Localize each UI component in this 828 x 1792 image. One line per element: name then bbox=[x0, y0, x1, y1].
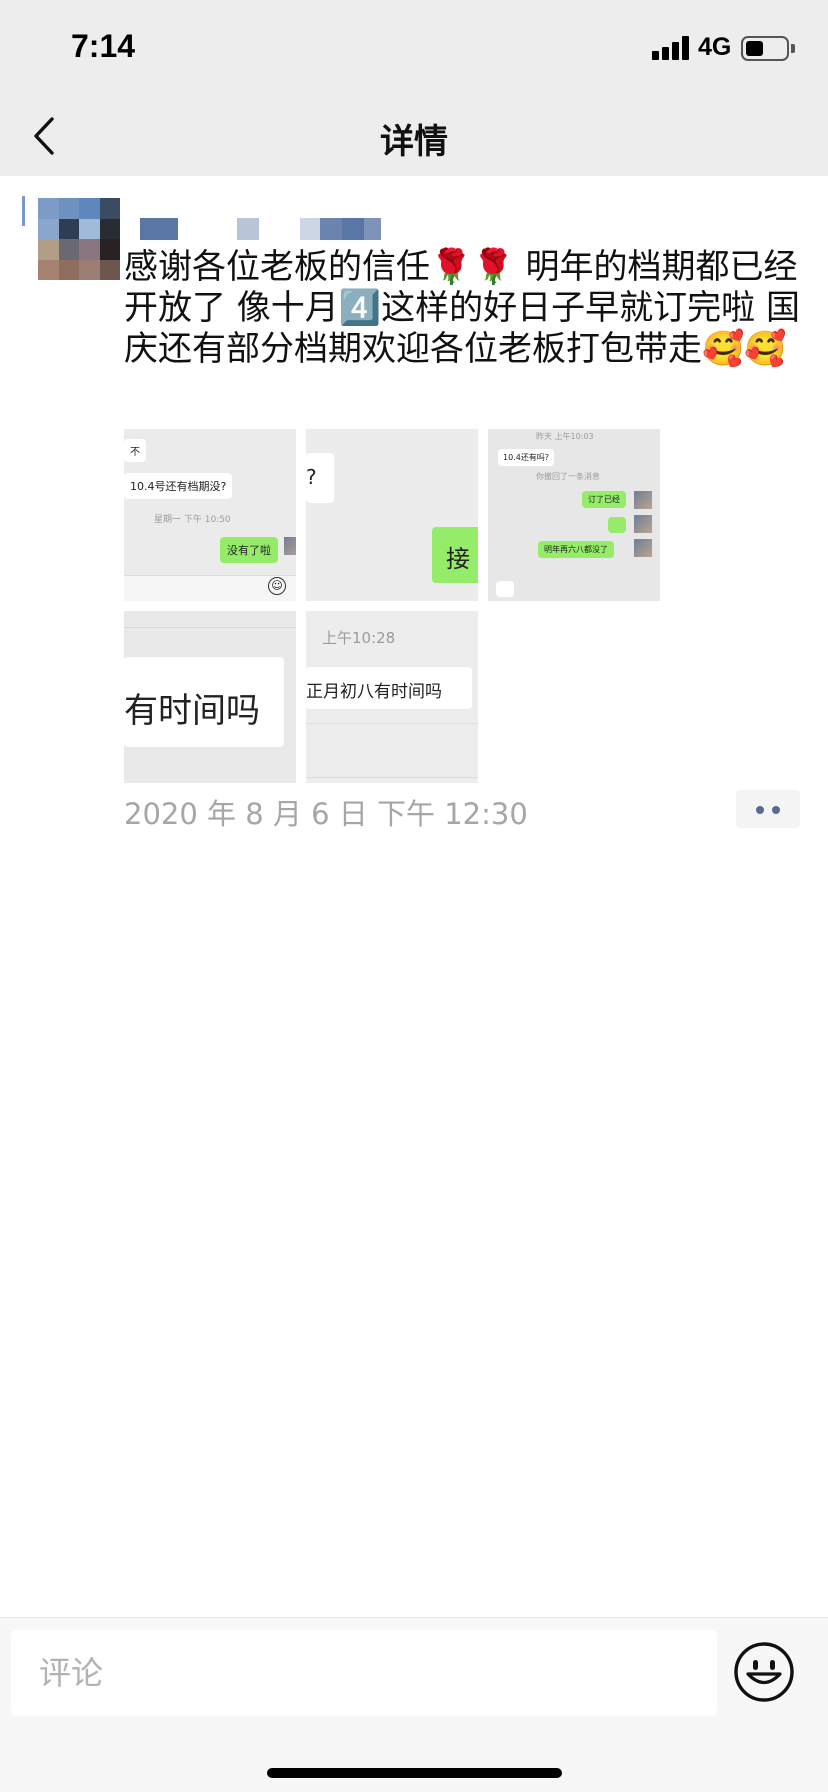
photo-divider bbox=[306, 723, 478, 724]
chat-time: 星期一 下午 10:50 bbox=[154, 515, 231, 525]
network-label: 4G bbox=[698, 33, 732, 61]
photo-3[interactable]: 昨天 上午10:03 10.4还有吗? 你撤回了一条消息 订了已经 明年再六八都… bbox=[488, 429, 660, 601]
comment-bar bbox=[0, 1617, 828, 1792]
emoji-button[interactable] bbox=[733, 1641, 795, 1703]
smiley-face-icon bbox=[734, 1642, 794, 1702]
avatar-accent bbox=[22, 196, 25, 226]
photo-5[interactable]: 上午10:28 正月初八有时间吗 bbox=[306, 611, 478, 783]
chat-bubble bbox=[608, 517, 626, 533]
post-text: 感谢各位老板的信任🌹🌹 明年的档期都已经开放了 像十月4️⃣这样的好日子早就订完… bbox=[124, 247, 800, 369]
chat-time: 你撤回了一条消息 bbox=[536, 472, 600, 481]
chat-bubble: 有时间吗 bbox=[124, 657, 284, 747]
photo-1[interactable]: 不 10.4号还有档期没? 星期一 下午 10:50 没有了啦 ☺ bbox=[124, 429, 296, 601]
chat-bubble: 接 bbox=[432, 527, 478, 583]
chat-bubble: 10.4号还有档期没? bbox=[124, 473, 233, 499]
mini-avatar bbox=[634, 539, 652, 557]
chat-time: 上午10:28 bbox=[322, 629, 396, 647]
mini-avatar bbox=[284, 537, 296, 555]
photo-4[interactable]: 有时间吗 bbox=[124, 611, 296, 783]
more-dots-icon bbox=[756, 806, 764, 814]
battery-cap bbox=[791, 44, 795, 53]
status-bar: 7:14 4G bbox=[0, 0, 828, 100]
more-dots-icon bbox=[772, 806, 780, 814]
chat-bubble: 不 bbox=[124, 439, 146, 462]
chat-bubble: 明年再六八都没了 bbox=[538, 541, 614, 558]
avatar[interactable] bbox=[38, 198, 120, 280]
signal-icon bbox=[652, 36, 692, 60]
mini-avatar bbox=[634, 515, 652, 533]
chat-time: 昨天 上午10:03 bbox=[536, 432, 594, 441]
chat-bubble: 10.4还有吗? bbox=[498, 449, 555, 466]
photo-2[interactable]: ? 接 bbox=[306, 429, 478, 601]
photo-divider bbox=[306, 777, 478, 778]
chat-bubble: ? bbox=[306, 453, 334, 503]
status-time: 7:14 bbox=[71, 28, 136, 64]
battery-icon bbox=[741, 36, 789, 61]
smile-icon: ☺ bbox=[268, 577, 286, 595]
chat-bubble bbox=[496, 581, 514, 597]
nav-bar: 详情 bbox=[0, 100, 828, 176]
more-button[interactable] bbox=[736, 790, 800, 828]
comment-input[interactable] bbox=[11, 1630, 717, 1716]
mini-avatar bbox=[634, 491, 652, 509]
page-title: 详情 bbox=[380, 122, 448, 162]
author-name-pixelated[interactable] bbox=[125, 218, 381, 240]
home-indicator bbox=[267, 1768, 562, 1778]
chat-bubble: 订了已经 bbox=[582, 491, 626, 508]
chat-bubble: 没有了啦 bbox=[220, 537, 278, 563]
photo-divider bbox=[124, 627, 296, 628]
chat-bubble: 正月初八有时间吗 bbox=[306, 667, 472, 709]
post-timestamp: 2020 年 8 月 6 日 下午 12:30 bbox=[124, 797, 528, 831]
